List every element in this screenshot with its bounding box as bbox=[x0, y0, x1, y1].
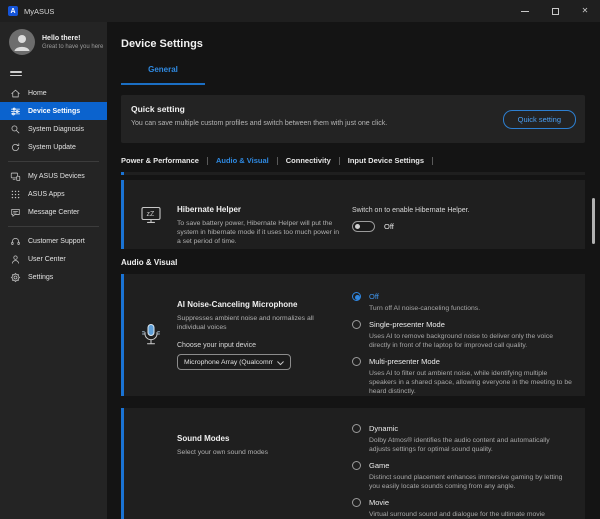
mic-option-single-presenter-radio-row[interactable]: Single-presenter Mode bbox=[352, 320, 573, 329]
tab-connectivity[interactable]: Connectivity bbox=[286, 156, 331, 165]
mic-options: Off Turn off AI noise-canceling function… bbox=[352, 274, 585, 396]
myasus-window: A MyASUS ✕ Hello there! Great to have yo… bbox=[0, 0, 600, 519]
sound-modes-description: Select your own sound modes bbox=[177, 448, 342, 457]
microphone-icon bbox=[124, 274, 177, 396]
radio-icon[interactable] bbox=[352, 498, 361, 507]
sidebar: Hello there! Great to have you here Home… bbox=[0, 22, 107, 519]
sound-modes-title: Sound Modes bbox=[177, 434, 342, 443]
window-controls: ✕ bbox=[510, 0, 600, 22]
minimize-button[interactable] bbox=[510, 0, 540, 22]
sound-modes-icon-slot bbox=[124, 408, 177, 519]
chevron-down-icon bbox=[277, 353, 284, 371]
hibernate-toggle[interactable] bbox=[352, 221, 375, 232]
tab-separator bbox=[207, 157, 208, 165]
sidebar-item-user-center[interactable]: User Center bbox=[0, 250, 107, 268]
radio-icon[interactable] bbox=[352, 357, 361, 366]
home-icon bbox=[10, 88, 21, 99]
section-heading-audio-visual: Audio & Visual bbox=[121, 258, 585, 267]
sound-option-game: Game Distinct sound placement enhances i… bbox=[352, 461, 573, 491]
sidebar-item-message-center[interactable]: Message Center bbox=[0, 203, 107, 221]
greeting-subtitle: Great to have you here bbox=[42, 44, 103, 50]
svg-text:zZ: zZ bbox=[146, 211, 155, 218]
radio-icon[interactable] bbox=[352, 292, 361, 301]
sidebar-nav: Home Device Settings System Diagnosis Sy… bbox=[0, 84, 107, 286]
mic-option-off-radio-row[interactable]: Off bbox=[352, 292, 573, 301]
tab-input-device-settings[interactable]: Input Device Settings bbox=[348, 156, 424, 165]
maximize-icon bbox=[552, 8, 559, 15]
tab-separator bbox=[277, 157, 278, 165]
monitor-sleep-icon: zZ bbox=[124, 180, 177, 249]
vertical-scrollbar[interactable] bbox=[592, 198, 595, 244]
input-device-dropdown-value: Microphone Array (Qualcomm(R) bbox=[184, 359, 273, 366]
mic-description: Suppresses ambient noise and normalizes … bbox=[177, 314, 342, 332]
category-tabs: Power & Performance Audio & Visual Conne… bbox=[121, 156, 585, 165]
sidebar-item-settings[interactable]: Settings bbox=[0, 268, 107, 286]
mic-option-multi-presenter-radio-row[interactable]: Multi-presenter Mode bbox=[352, 357, 573, 366]
sidebar-divider bbox=[8, 161, 99, 162]
hibernate-description: To save battery power, Hibernate Helper … bbox=[177, 219, 342, 246]
sound-option-dynamic-radio-row[interactable]: Dynamic bbox=[352, 424, 573, 433]
mic-option-single-presenter: Single-presenter Mode Uses AI to remove … bbox=[352, 320, 573, 350]
sidebar-divider bbox=[8, 226, 99, 227]
radio-icon[interactable] bbox=[352, 424, 361, 433]
refresh-icon bbox=[10, 142, 21, 153]
sidebar-item-asus-apps[interactable]: ASUS Apps bbox=[0, 185, 107, 203]
ai-noise-canceling-mic-card: AI Noise-Canceling Microphone Suppresses… bbox=[121, 274, 585, 396]
quick-setting-button[interactable]: Quick setting bbox=[503, 110, 576, 129]
mic-title: AI Noise-Canceling Microphone bbox=[177, 300, 342, 309]
mic-option-multi-presenter: Multi-presenter Mode Uses AI to filter o… bbox=[352, 357, 573, 396]
greeting-title: Hello there! bbox=[42, 35, 103, 42]
main-content: Device Settings General Quick setting Yo… bbox=[107, 22, 600, 519]
hibernate-title: Hibernate Helper bbox=[177, 205, 342, 214]
person-icon bbox=[10, 254, 21, 265]
sound-option-game-radio-row[interactable]: Game bbox=[352, 461, 573, 470]
grid-icon bbox=[10, 189, 21, 200]
sidebar-item-system-diagnosis[interactable]: System Diagnosis bbox=[0, 120, 107, 138]
sliders-icon bbox=[10, 106, 21, 117]
toggle-knob-icon bbox=[355, 224, 360, 229]
partial-card-sliver bbox=[121, 172, 585, 175]
quick-setting-card: Quick setting You can save multiple cust… bbox=[121, 95, 585, 143]
hibernate-helper-card: zZ Hibernate Helper To save battery powe… bbox=[121, 180, 585, 249]
sidebar-item-device-settings[interactable]: Device Settings bbox=[0, 102, 107, 120]
sound-option-movie: Movie Virtual surround sound and dialogu… bbox=[352, 498, 573, 519]
tab-audio-visual[interactable]: Audio & Visual bbox=[216, 156, 269, 165]
mic-input-device-label: Choose your input device bbox=[177, 342, 342, 349]
mic-option-off: Off Turn off AI noise-canceling function… bbox=[352, 292, 573, 313]
page-title: Device Settings bbox=[121, 38, 585, 50]
hibernate-toggle-state: Off bbox=[384, 222, 394, 231]
minimize-icon bbox=[521, 11, 529, 12]
app-title: MyASUS bbox=[24, 7, 54, 16]
maximize-button[interactable] bbox=[540, 0, 570, 22]
asus-logo-icon: A bbox=[8, 6, 18, 16]
sidebar-item-home[interactable]: Home bbox=[0, 84, 107, 102]
sidebar-item-system-update[interactable]: System Update bbox=[0, 138, 107, 156]
hibernate-switch-label: Switch on to enable Hibernate Helper. bbox=[352, 207, 573, 214]
avatar bbox=[9, 29, 35, 55]
radio-icon[interactable] bbox=[352, 461, 361, 470]
user-greeting[interactable]: Hello there! Great to have you here bbox=[0, 22, 107, 61]
magnifier-icon bbox=[10, 124, 21, 135]
devices-icon bbox=[10, 171, 21, 182]
sidebar-item-my-asus-devices[interactable]: My ASUS Devices bbox=[0, 167, 107, 185]
tab-separator bbox=[432, 157, 433, 165]
radio-icon[interactable] bbox=[352, 320, 361, 329]
sound-option-movie-radio-row[interactable]: Movie bbox=[352, 498, 573, 507]
close-button[interactable]: ✕ bbox=[570, 0, 600, 22]
tab-general[interactable]: General bbox=[121, 59, 205, 85]
tab-separator bbox=[339, 157, 340, 165]
tab-power-performance[interactable]: Power & Performance bbox=[121, 156, 199, 165]
input-device-dropdown[interactable]: Microphone Array (Qualcomm(R) bbox=[177, 354, 291, 370]
close-icon: ✕ bbox=[582, 7, 589, 15]
sound-option-dynamic: Dynamic Dolby Atmos® identifies the audi… bbox=[352, 424, 573, 454]
titlebar: A MyASUS ✕ bbox=[0, 0, 600, 22]
sound-modes-card: Sound Modes Select your own sound modes … bbox=[121, 408, 585, 519]
sidebar-item-customer-support[interactable]: Customer Support bbox=[0, 232, 107, 250]
gear-icon bbox=[10, 272, 21, 283]
sound-mode-options: Dynamic Dolby Atmos® identifies the audi… bbox=[352, 408, 585, 519]
hamburger-menu-icon[interactable] bbox=[10, 69, 22, 78]
message-icon bbox=[10, 207, 21, 218]
headset-icon bbox=[10, 236, 21, 247]
